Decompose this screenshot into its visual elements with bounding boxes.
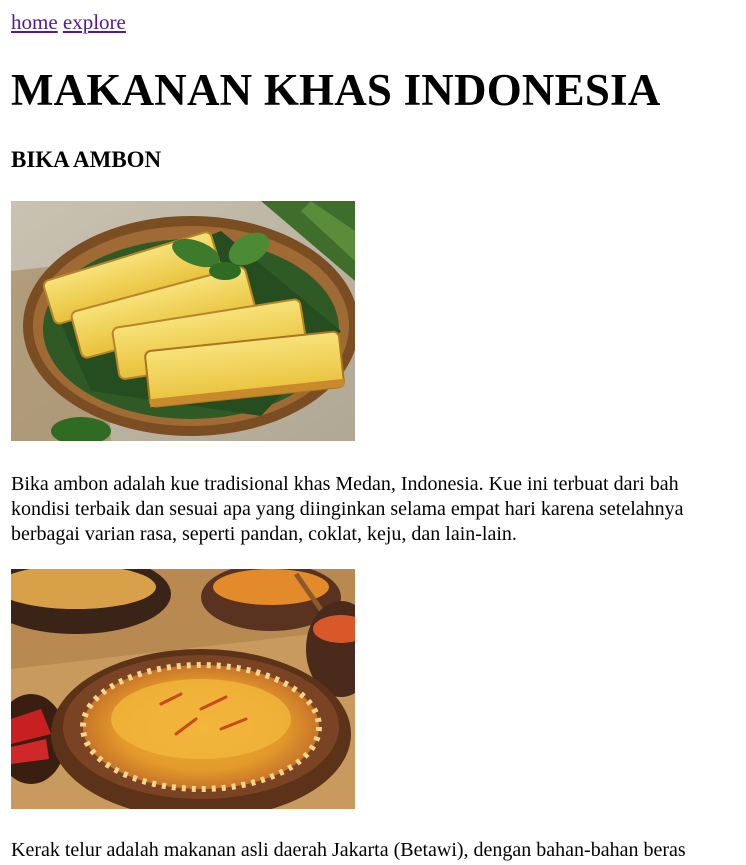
section-heading: BIKA AMBON [11,147,162,172]
description-line: berbagai varian rasa, seperti pandan, co… [11,523,517,545]
description-line: Bika ambon adalah kue tradisional khas M… [11,473,679,495]
bika-ambon-image [11,201,355,441]
description-line: kondisi terbaik dan sesuai apa yang diin… [11,498,684,520]
kerak-telor-image [11,569,355,809]
description-line: Kerak telur adalah makanan asli daerah J… [11,839,686,861]
explore-link[interactable]: explore [63,10,126,34]
kerak-telor-description: Kerak telur adalah makanan asli daerah J… [11,838,746,863]
home-link[interactable]: home [11,10,58,34]
page-title: MAKANAN KHAS INDONESIA [11,65,661,115]
bika-ambon-description: Bika ambon adalah kue tradisional khas M… [11,472,746,547]
top-nav: home explore [11,9,126,35]
